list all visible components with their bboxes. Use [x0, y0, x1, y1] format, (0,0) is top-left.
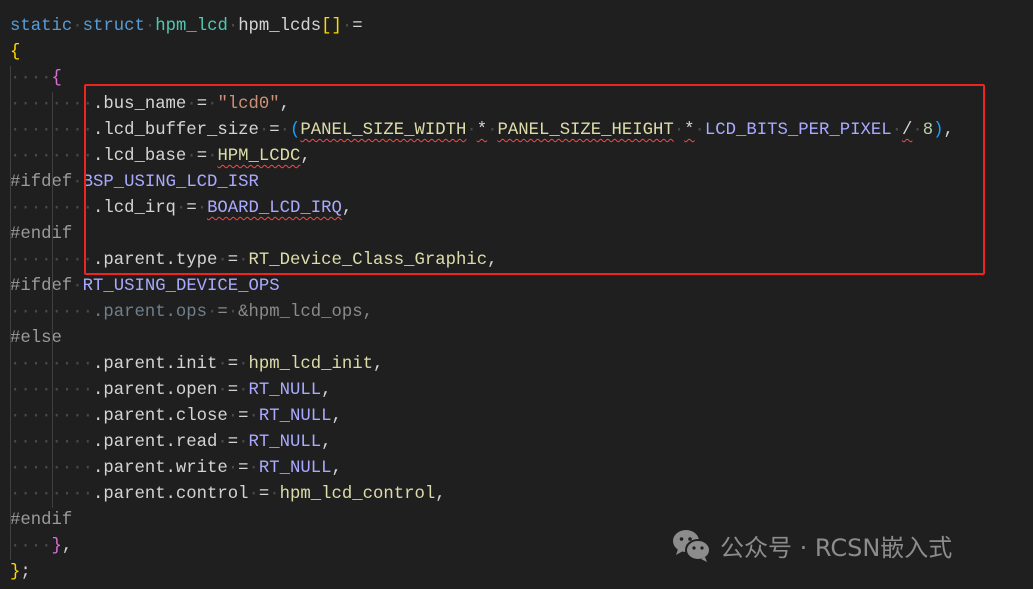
code-line: }; — [10, 560, 954, 586]
code-line: ········.parent.ops·=·&hpm_lcd_ops, — [10, 300, 954, 326]
code-token: hpm_lcd_control — [279, 485, 436, 504]
code-token: RT_NULL — [258, 459, 332, 478]
code-token: hpm_lcd_init — [248, 355, 373, 374]
whitespace-marker: · — [227, 17, 239, 36]
code-token: .parent.read — [92, 433, 218, 452]
code-token: &hpm_lcd_ops — [238, 303, 363, 322]
watermark-text: 公众号 · RCSN嵌入式 — [720, 534, 953, 562]
code-token: ; — [20, 563, 31, 582]
whitespace-marker: · — [248, 407, 259, 426]
code-token: , — [331, 459, 342, 478]
whitespace-marker: · — [217, 381, 228, 400]
code-token: #ifdef — [10, 277, 73, 296]
code-token: #else — [10, 329, 62, 348]
code-token: , — [321, 381, 332, 400]
code-token: } — [51, 537, 62, 556]
whitespace-marker: · — [227, 407, 239, 426]
code-token: hpm_lcd — [155, 17, 228, 36]
whitespace-marker: · — [248, 459, 259, 478]
wechat-icon — [673, 529, 711, 562]
code-token: RT_USING_DEVICE_OPS — [82, 277, 280, 296]
code-token: , — [435, 485, 446, 504]
code-line: ········.parent.open·=·RT_NULL, — [10, 378, 954, 404]
code-line: ········.parent.init·=·hpm_lcd_init, — [10, 352, 954, 378]
highlight-box — [84, 84, 985, 275]
code-token: #endif — [10, 225, 73, 244]
indent-guide — [10, 66, 11, 560]
whitespace-marker: · — [217, 433, 228, 452]
code-token: .parent.control — [92, 485, 249, 504]
code-token: struct — [82, 17, 145, 36]
code-token: .parent.init — [92, 355, 218, 374]
code-line: ········.parent.control·=·hpm_lcd_contro… — [10, 482, 954, 508]
code-token: , — [321, 433, 332, 452]
code-token: #ifdef — [10, 173, 73, 192]
code-line: ········.parent.close·=·RT_NULL, — [10, 404, 954, 430]
whitespace-marker: · — [227, 303, 239, 322]
whitespace-marker: · — [238, 433, 249, 452]
code-token: #endif — [10, 511, 73, 530]
code-token: , — [331, 407, 342, 426]
code-token: = — [227, 381, 239, 400]
code-token: = — [217, 303, 228, 322]
code-token: = — [258, 485, 270, 504]
code-token: = — [352, 17, 363, 36]
code-token: = — [238, 407, 249, 426]
code-token: [] — [321, 17, 342, 36]
code-token: , — [373, 355, 384, 374]
whitespace-marker: · — [72, 17, 83, 36]
code-line: static·struct·hpm_lcd·hpm_lcds[]·= — [10, 14, 954, 40]
code-line: ········.parent.write·=·RT_NULL, — [10, 456, 954, 482]
code-token: = — [238, 459, 249, 478]
code-line: ········.parent.read·=·RT_NULL, — [10, 430, 954, 456]
whitespace-marker: ···· — [10, 69, 52, 88]
code-line: { — [10, 40, 954, 66]
code-token: { — [51, 69, 62, 88]
whitespace-marker: · — [238, 355, 249, 374]
whitespace-marker: · — [144, 17, 156, 36]
code-token: RT_NULL — [248, 433, 322, 452]
code-token: { — [10, 43, 21, 62]
whitespace-marker: · — [227, 459, 239, 478]
code-token: hpm_lcds — [238, 17, 322, 36]
whitespace-marker: · — [217, 355, 228, 374]
code-token: .parent.ops — [92, 303, 208, 322]
code-token: , — [61, 537, 73, 556]
code-token: .parent.close — [92, 407, 228, 426]
code-token: static — [10, 17, 73, 36]
code-token: = — [227, 355, 239, 374]
whitespace-marker: · — [341, 17, 353, 36]
whitespace-marker: ···· — [10, 537, 52, 556]
code-token: = — [227, 433, 239, 452]
whitespace-marker: · — [248, 485, 259, 504]
code-line: #ifdef·RT_USING_DEVICE_OPS — [10, 274, 954, 300]
whitespace-marker: · — [269, 485, 280, 504]
watermark: 公众号 · RCSN嵌入式 — [672, 528, 952, 563]
code-token: RT_NULL — [248, 381, 322, 400]
indent-guide — [52, 92, 53, 508]
code-token: RT_NULL — [258, 407, 332, 426]
code-token: .parent.open — [92, 381, 218, 400]
whitespace-marker: · — [238, 381, 249, 400]
whitespace-marker: · — [72, 173, 83, 192]
code-token: .parent.write — [92, 459, 228, 478]
code-token: } — [10, 563, 21, 582]
whitespace-marker: · — [207, 303, 218, 322]
whitespace-marker: · — [72, 277, 83, 296]
code-line: #else — [10, 326, 954, 352]
code-token: , — [362, 303, 373, 322]
